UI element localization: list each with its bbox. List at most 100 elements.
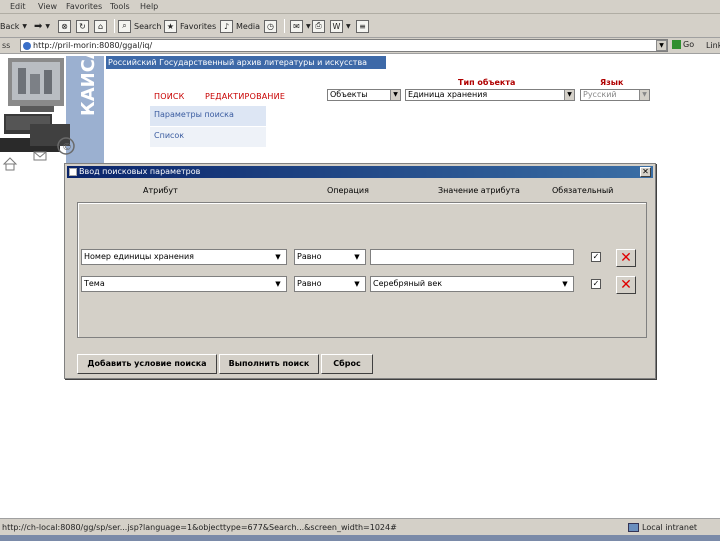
mail-icon: ✉ <box>290 19 303 33</box>
unit-select[interactable]: Единица хранения ▼ <box>405 89 575 101</box>
edit-button[interactable]: W ▼ <box>330 18 351 34</box>
submenu-search-params[interactable]: Параметры поиска <box>150 106 266 126</box>
attribute-select[interactable]: Тема ▼ <box>81 276 287 292</box>
object-type-label: Тип объекта <box>458 78 516 87</box>
printer-icon: ⎙ <box>312 19 325 33</box>
favorites-button[interactable]: ★ Favorites <box>164 18 216 34</box>
delete-row-button[interactable]: ✕ <box>616 249 636 267</box>
kaisa-logo: © КАИСА <box>0 54 104 176</box>
back-button[interactable]: Back ▼ <box>0 18 27 34</box>
chevron-down-icon: ▼ <box>390 90 400 100</box>
links-button[interactable]: Links <box>706 41 720 50</box>
history-button[interactable]: ◷ <box>264 18 277 34</box>
favorites-icon: ★ <box>164 19 177 33</box>
home-icon: ⌂ <box>94 19 107 33</box>
chevron-down-icon: ▼ <box>639 90 649 100</box>
col-operation: Операция <box>327 186 369 195</box>
media-button[interactable]: ♪ Media <box>220 18 260 34</box>
stop-button[interactable]: ⊗ <box>58 18 71 34</box>
archive-banner: Российский Государственный архив литерат… <box>106 56 386 69</box>
nav-edit[interactable]: РЕДАКТИРОВАНИЕ <box>205 92 285 101</box>
home-button[interactable]: ⌂ <box>94 18 107 34</box>
close-button[interactable]: ✕ <box>640 167 651 177</box>
conditions-panel <box>77 202 647 338</box>
checkmark-icon: ✓ <box>592 252 600 261</box>
delete-x-icon: ✕ <box>620 277 632 293</box>
operation-select[interactable]: Равно ▼ <box>294 249 366 265</box>
document-icon: ≡ <box>356 19 369 33</box>
intranet-icon <box>628 523 639 532</box>
toolbar-divider <box>284 19 285 33</box>
go-button[interactable]: Go <box>672 40 694 49</box>
attribute-select[interactable]: Номер единицы хранения ▼ <box>81 249 287 265</box>
menu-help[interactable]: Help <box>140 2 158 11</box>
checkmark-icon: ✓ <box>592 279 600 288</box>
go-arrow-icon <box>672 40 681 49</box>
stop-icon: ⊗ <box>58 19 71 33</box>
chevron-down-icon: ▼ <box>557 277 573 291</box>
col-required: Обязательный <box>552 186 614 195</box>
search-icon: ⌕ <box>118 19 131 33</box>
add-condition-button[interactable]: Добавить условие поиска <box>77 354 217 374</box>
chevron-down-icon: ▼ <box>45 22 51 30</box>
search-params-dialog: Ввод поисковых параметров ✕ Атрибут Опер… <box>64 163 656 379</box>
operation-select[interactable]: Равно ▼ <box>294 276 366 292</box>
media-icon: ♪ <box>220 19 233 33</box>
delete-x-icon: ✕ <box>620 250 632 266</box>
url-dropdown-button[interactable]: ▼ <box>656 40 667 51</box>
menu-view[interactable]: View <box>38 2 57 11</box>
toolbar-divider <box>114 19 115 33</box>
history-icon: ◷ <box>264 19 277 33</box>
status-bar: http://ch-local:8080/gg/sp/ser...jsp?lan… <box>0 518 720 541</box>
run-search-button[interactable]: Выполнить поиск <box>219 354 319 374</box>
menu-tools[interactable]: Tools <box>110 2 130 11</box>
url-input[interactable]: http://pril-morin:8080/ggal/iq/ <box>20 39 668 52</box>
chevron-down-icon: ▼ <box>349 250 365 264</box>
refresh-icon: ↻ <box>76 19 89 33</box>
reset-button[interactable]: Сброс <box>321 354 373 374</box>
chevron-down-icon: ▼ <box>270 250 286 264</box>
chevron-down-icon: ▼ <box>346 22 351 30</box>
address-label: ss <box>2 41 11 50</box>
chevron-down-icon: ▼ <box>22 22 28 30</box>
chevron-down-icon: ▼ <box>349 277 365 291</box>
edit-page-icon: W <box>330 19 343 33</box>
mail-button[interactable]: ✉ ▼ <box>290 18 311 34</box>
chevron-down-icon: ▼ <box>564 90 574 100</box>
col-value: Значение атрибута <box>438 186 520 195</box>
col-attribute: Атрибут <box>143 186 178 195</box>
close-icon: ✕ <box>642 167 649 176</box>
language-label: Язык <box>600 78 624 87</box>
menu-favorites[interactable]: Favorites <box>66 2 102 11</box>
chevron-down-icon: ▼ <box>270 277 286 291</box>
security-zone: Local intranet <box>628 523 697 532</box>
toolbar: Back ▼ ➡ ▼ ⊗ ↻ ⌂ ⌕ Search ★ Favorites ♪ … <box>0 14 720 38</box>
discuss-button[interactable]: ≡ <box>356 18 369 34</box>
submenu-list[interactable]: Список <box>150 127 266 147</box>
taskbar-strip <box>0 535 720 541</box>
search-button[interactable]: ⌕ Search <box>118 18 161 34</box>
value-select[interactable]: Серебряный век ▼ <box>370 276 574 292</box>
dialog-title-bar: Ввод поисковых параметров ✕ <box>67 166 653 178</box>
window-icon <box>69 168 77 176</box>
svg-text:©: © <box>62 142 72 153</box>
language-select[interactable]: Русский ▼ <box>580 89 650 101</box>
value-input[interactable] <box>370 249 574 265</box>
page-icon <box>23 42 31 50</box>
arrow-right-icon: ➡ <box>34 20 43 32</box>
refresh-button[interactable]: ↻ <box>76 18 89 34</box>
status-text: http://ch-local:8080/gg/sp/ser...jsp?lan… <box>2 523 397 532</box>
chevron-down-icon: ▼ <box>306 22 311 30</box>
menu-bar: Edit View Favorites Tools Help <box>0 0 720 14</box>
address-bar: ss http://pril-morin:8080/ggal/iq/ ▼ Go … <box>0 38 720 54</box>
chevron-down-icon: ▼ <box>659 42 664 49</box>
required-checkbox[interactable]: ✓ <box>591 252 601 262</box>
nav-search[interactable]: ПОИСК <box>154 92 185 101</box>
objects-select[interactable]: Объекты ▼ <box>327 89 401 101</box>
delete-row-button[interactable]: ✕ <box>616 276 636 294</box>
required-checkbox[interactable]: ✓ <box>591 279 601 289</box>
forward-button[interactable]: ➡ ▼ <box>34 18 50 34</box>
dialog-title: Ввод поисковых параметров <box>79 167 201 176</box>
menu-edit[interactable]: Edit <box>10 2 26 11</box>
print-button[interactable]: ⎙ <box>312 18 325 34</box>
